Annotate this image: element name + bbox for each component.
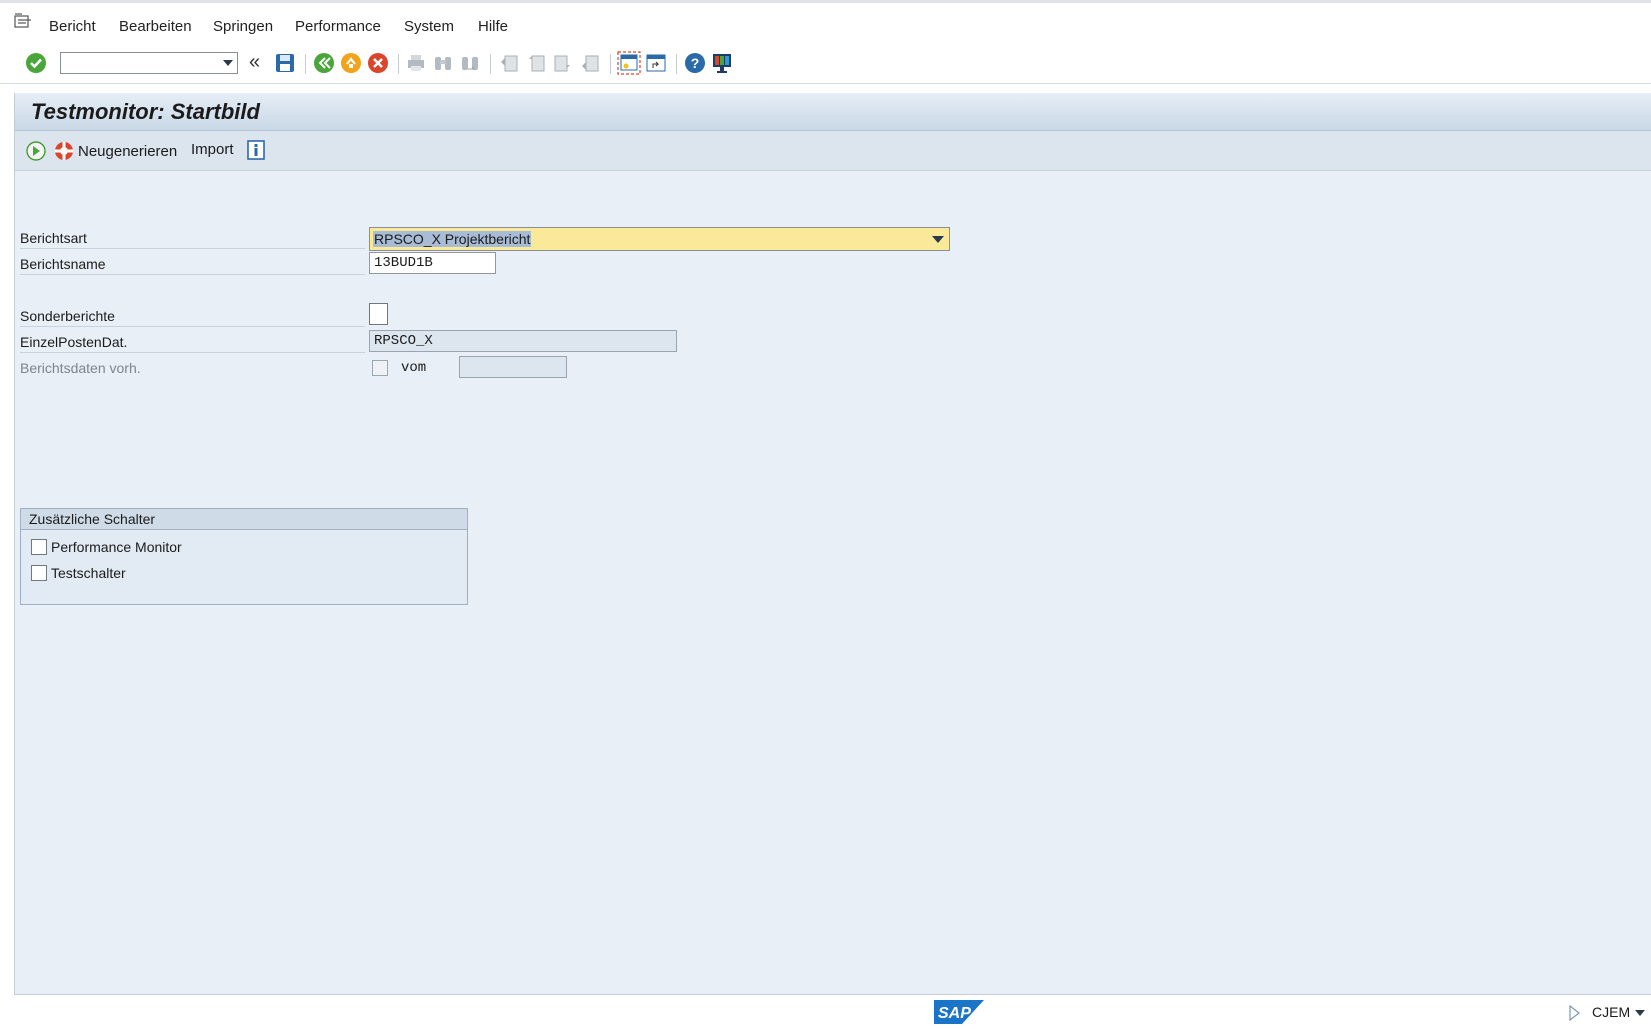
berichtsname-field[interactable]: 13BUD1B	[369, 252, 496, 274]
exit-icon[interactable]	[339, 51, 363, 75]
customize-layout-icon[interactable]	[710, 51, 734, 75]
einzelpostendat-field: RPSCO_X	[369, 330, 677, 352]
sonderberichte-label: Sonderberichte	[20, 308, 115, 324]
berichtsdaten-label: Berichtsdaten vorh.	[20, 360, 141, 376]
chevron-down-icon[interactable]	[223, 60, 233, 66]
collapse-command-field[interactable]: «	[249, 51, 260, 74]
find-next-icon[interactable]	[458, 51, 482, 75]
svg-text:?: ?	[691, 55, 700, 71]
menu-bericht[interactable]: Bericht	[49, 18, 96, 35]
chevron-down-icon[interactable]	[1635, 1010, 1645, 1016]
lifebuoy-icon	[55, 142, 73, 160]
berichtsname-label: Berichtsname	[20, 256, 106, 272]
einzelpostendat-label: EinzelPostenDat.	[20, 334, 128, 350]
menu-bearbeiten[interactable]: Bearbeiten	[119, 18, 192, 35]
execute-button[interactable]	[25, 140, 47, 162]
print-icon[interactable]	[404, 51, 428, 75]
cancel-icon[interactable]	[366, 51, 390, 75]
sap-logo: SAP	[934, 1000, 984, 1024]
menu-icon[interactable]	[14, 13, 32, 29]
menu-springen[interactable]: Springen	[213, 18, 273, 35]
last-page-icon[interactable]	[578, 51, 602, 75]
save-icon[interactable]	[273, 51, 297, 75]
chevron-down-icon[interactable]	[932, 236, 944, 243]
command-field[interactable]	[60, 52, 238, 74]
next-page-icon[interactable]	[551, 51, 575, 75]
performance-monitor-checkbox[interactable]	[31, 539, 47, 555]
zusaetzliche-schalter-group: Zusätzliche Schalter Performance Monitor…	[20, 508, 468, 605]
regenerate-label: Neugenerieren	[78, 142, 178, 160]
back-icon[interactable]	[312, 51, 336, 75]
menu-hilfe[interactable]: Hilfe	[478, 18, 508, 35]
sonderberichte-checkbox[interactable]	[369, 303, 388, 325]
vom-label: vom	[401, 360, 427, 376]
performance-monitor-label: Performance Monitor	[51, 539, 182, 555]
shortcut-icon[interactable]	[644, 51, 668, 75]
status-bar: SAP CJEM	[0, 995, 1651, 1029]
import-label: Import	[191, 141, 234, 158]
berichtsart-dropdown[interactable]: RPSCO_X Projektbericht	[369, 227, 950, 251]
first-page-icon[interactable]	[497, 51, 521, 75]
testschalter-label: Testschalter	[51, 565, 126, 581]
system-name[interactable]: CJEM	[1592, 1004, 1630, 1020]
berichtsart-label: Berichtsart	[20, 230, 87, 246]
help-icon[interactable]: ?	[683, 51, 707, 75]
enter-icon[interactable]	[24, 51, 48, 75]
execute-icon	[26, 141, 46, 161]
testschalter-checkbox[interactable]	[31, 565, 47, 581]
previous-page-icon[interactable]	[524, 51, 548, 75]
menu-bar: Bericht Bearbeiten Springen Performance …	[0, 0, 1651, 45]
regenerate-button[interactable]: Neugenerieren	[54, 141, 177, 161]
new-session-icon[interactable]	[617, 51, 641, 75]
screen-area: Testmonitor: Startbild Neugenerieren Imp…	[14, 93, 1651, 995]
performance-monitor-option[interactable]: Performance Monitor	[31, 539, 182, 555]
berichtsdaten-checkbox	[372, 360, 388, 376]
play-icon[interactable]	[1568, 1005, 1580, 1021]
vom-date-field	[459, 356, 567, 378]
title-bar: Testmonitor: Startbild	[15, 93, 1651, 131]
group-title: Zusätzliche Schalter	[21, 509, 467, 530]
application-toolbar: Neugenerieren Import	[15, 131, 1651, 171]
info-button[interactable]	[247, 140, 265, 160]
menu-performance[interactable]: Performance	[295, 18, 381, 35]
command-input[interactable]	[64, 54, 218, 74]
system-toolbar	[0, 45, 1651, 84]
page-title: Testmonitor: Startbild	[31, 99, 260, 124]
menu-system[interactable]: System	[404, 18, 454, 35]
import-button[interactable]: Import	[191, 141, 234, 158]
svg-text:SAP: SAP	[938, 1005, 971, 1022]
testschalter-option[interactable]: Testschalter	[31, 565, 126, 581]
info-icon	[247, 140, 265, 160]
berichtsart-value: RPSCO_X Projektbericht	[373, 231, 532, 247]
find-icon[interactable]	[431, 51, 455, 75]
